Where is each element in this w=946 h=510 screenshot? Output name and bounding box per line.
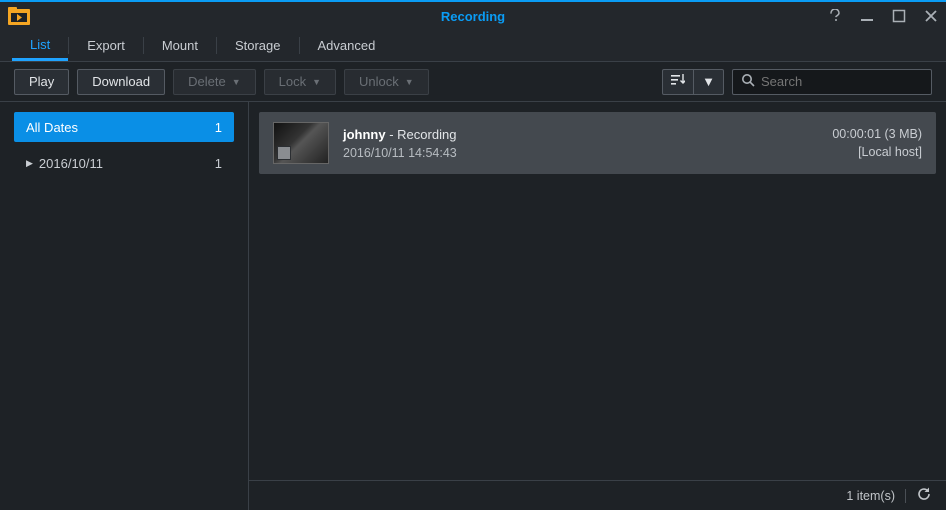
delete-label: Delete <box>188 74 226 89</box>
tab-storage[interactable]: Storage <box>217 30 299 61</box>
titlebar: Recording <box>0 2 946 30</box>
minimize-icon[interactable] <box>858 7 876 25</box>
expand-icon: ▶ <box>26 158 33 169</box>
sidebar-item-count: 1 <box>215 156 222 171</box>
chevron-down-icon: ▼ <box>702 74 715 89</box>
sort-icon <box>671 74 685 89</box>
recording-name: johnny <box>343 127 386 142</box>
chevron-down-icon: ▼ <box>405 77 414 87</box>
search-box[interactable] <box>732 69 932 95</box>
sidebar-item-date[interactable]: ▶ 2016/10/11 1 <box>14 148 234 178</box>
sidebar-item-count: 1 <box>215 120 222 135</box>
close-icon[interactable] <box>922 7 940 25</box>
recording-duration-size: 00:00:01 (3 MB) <box>832 127 922 141</box>
recording-host: [Local host] <box>832 145 922 159</box>
sidebar: All Dates 1 ▶ 2016/10/11 1 <box>0 102 248 510</box>
maximize-icon[interactable] <box>890 7 908 25</box>
refresh-icon[interactable] <box>916 486 932 505</box>
sidebar-item-label: All Dates <box>26 120 78 135</box>
unlock-label: Unlock <box>359 74 399 89</box>
chevron-down-icon: ▼ <box>312 77 321 87</box>
recording-info: johnny - Recording 2016/10/11 14:54:43 <box>343 127 818 160</box>
status-bar: 1 item(s) <box>249 480 946 510</box>
status-divider <box>905 489 906 503</box>
window-controls <box>826 2 940 30</box>
unlock-button[interactable]: Unlock ▼ <box>344 69 429 95</box>
sort-button[interactable]: ▼ <box>662 69 724 95</box>
tab-mount[interactable]: Mount <box>144 30 216 61</box>
recording-timestamp: 2016/10/11 14:54:43 <box>343 146 818 160</box>
play-button[interactable]: Play <box>14 69 69 95</box>
thumbnail <box>273 122 329 164</box>
lock-button[interactable]: Lock ▼ <box>264 69 336 95</box>
tab-export[interactable]: Export <box>69 30 143 61</box>
recording-meta: 00:00:01 (3 MB) [Local host] <box>832 127 922 159</box>
help-icon[interactable] <box>826 7 844 25</box>
toolbar: Play Download Delete ▼ Lock ▼ Unlock ▼ ▼ <box>0 62 946 102</box>
tab-advanced[interactable]: Advanced <box>300 30 394 61</box>
content: johnny - Recording 2016/10/11 14:54:43 0… <box>248 102 946 510</box>
status-item-count: 1 item(s) <box>846 489 895 503</box>
lock-label: Lock <box>279 74 306 89</box>
window-title: Recording <box>0 9 946 24</box>
list-area: johnny - Recording 2016/10/11 14:54:43 0… <box>249 102 946 480</box>
chevron-down-icon: ▼ <box>232 77 241 87</box>
search-icon <box>741 73 755 90</box>
sidebar-item-all-dates[interactable]: All Dates 1 <box>14 112 234 142</box>
search-input[interactable] <box>761 74 923 89</box>
tab-list[interactable]: List <box>12 30 68 61</box>
recording-suffix: - Recording <box>386 127 457 142</box>
sidebar-item-label: 2016/10/11 <box>39 156 103 171</box>
delete-button[interactable]: Delete ▼ <box>173 69 256 95</box>
app-icon <box>6 5 32 27</box>
download-button[interactable]: Download <box>77 69 165 95</box>
tab-bar: List Export Mount Storage Advanced <box>0 30 946 62</box>
recording-item[interactable]: johnny - Recording 2016/10/11 14:54:43 0… <box>259 112 936 174</box>
